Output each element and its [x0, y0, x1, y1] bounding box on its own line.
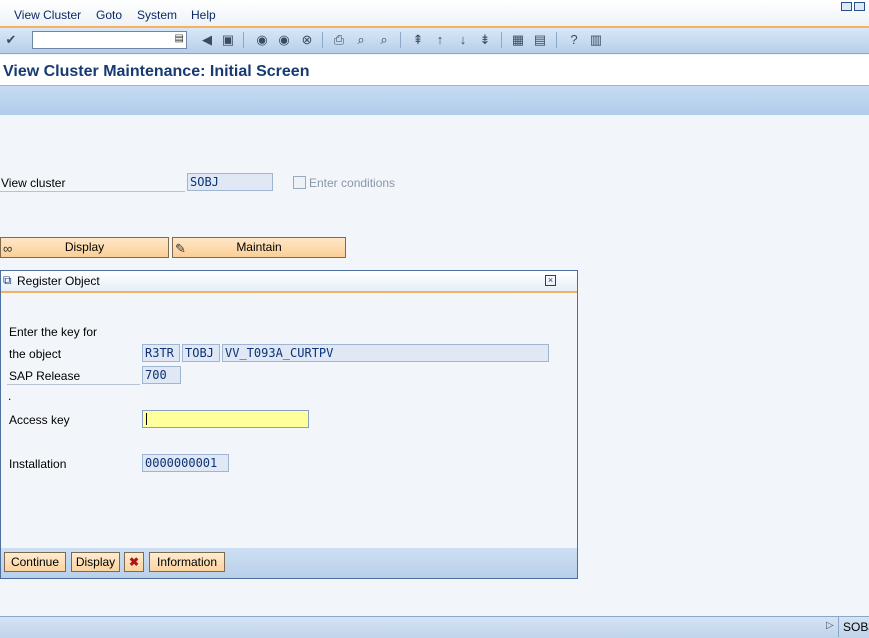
menu-goto[interactable]: Goto [96, 8, 122, 22]
view-cluster-field[interactable]: SOBJ [187, 173, 273, 191]
status-system-id: SOBJ [838, 617, 869, 637]
label-underline [0, 191, 185, 192]
close-window-icon[interactable] [854, 2, 865, 11]
enter-conditions-checkbox[interactable] [293, 176, 306, 189]
print-icon[interactable]: ⎙ [331, 32, 347, 48]
menu-bar: View Cluster Goto System Help [0, 0, 869, 28]
menu-system[interactable]: System [137, 8, 177, 22]
dialog-button-bar: Continue Display ✖ Information [1, 548, 577, 578]
key-object-type-field: TOBJ [182, 344, 220, 362]
exit-icon[interactable]: ◉ [276, 32, 292, 48]
installation-field: 0000000001 [142, 454, 229, 472]
back-nav-icon[interactable]: ◉ [254, 32, 270, 48]
continue-button[interactable]: Continue [4, 552, 66, 572]
label-underline [7, 384, 140, 385]
window-controls [839, 0, 865, 14]
cancel-icon-button[interactable]: ✖ [124, 552, 144, 572]
shortcut-icon[interactable]: ▤ [532, 32, 548, 48]
menu-view-cluster[interactable]: View Cluster [14, 8, 81, 22]
dialog-title: Register Object [17, 274, 100, 288]
page-title: View Cluster Maintenance: Initial Screen [3, 63, 310, 80]
view-cluster-label: View cluster [1, 176, 66, 190]
maintain-button[interactable]: ✎ Maintain [172, 237, 346, 258]
application-toolbar [0, 86, 869, 115]
find-icon[interactable]: ⌕ [353, 32, 369, 48]
command-history-icon[interactable]: ▤ [175, 33, 184, 44]
help-icon[interactable]: ? [566, 32, 582, 48]
key-prompt-line1: Enter the key for [9, 325, 98, 339]
maintain-button-label: Maintain [236, 240, 282, 254]
previous-page-icon[interactable]: ↑ [432, 32, 448, 48]
title-bar: View Cluster Maintenance: Initial Screen [0, 55, 869, 86]
information-button[interactable]: Information [149, 552, 225, 572]
layout-icon[interactable]: ▥ [588, 32, 604, 48]
last-page-icon[interactable]: ⇟ [477, 32, 493, 48]
key-object-name-field: VV_T093A_CURTPV [222, 344, 549, 362]
text-caret [146, 413, 147, 425]
dialog-close-icon[interactable]: × [545, 275, 556, 286]
create-session-icon[interactable]: ▦ [510, 32, 526, 48]
dot-text: . [8, 389, 12, 403]
glasses-icon: ∞ [3, 241, 13, 256]
key-program-id-field: R3TR [142, 344, 180, 362]
command-field[interactable]: ▤ [32, 31, 187, 49]
dialog-display-button[interactable]: Display [71, 552, 120, 572]
pencil-icon: ✎ [175, 241, 186, 256]
installation-label: Installation [9, 457, 67, 471]
access-key-label: Access key [9, 413, 70, 427]
back-icon[interactable]: ◀ [199, 32, 215, 48]
cancel-icon[interactable]: ⊗ [299, 32, 315, 48]
find-next-icon[interactable]: ⌕ [376, 32, 392, 48]
status-expand-icon[interactable]: ▷ [826, 620, 834, 631]
status-bar: ▷ SOBJ [0, 616, 869, 638]
display-button[interactable]: ∞ Display [0, 237, 169, 258]
dialog-title-bar[interactable]: ⧉ Register Object × [1, 271, 577, 293]
register-object-dialog: ⧉ Register Object × Enter the key for th… [0, 270, 578, 579]
first-page-icon[interactable]: ⇞ [410, 32, 426, 48]
key-prompt-line2: the object [9, 347, 62, 361]
dialog-window-icon: ⧉ [3, 273, 12, 287]
next-page-icon[interactable]: ↓ [455, 32, 471, 48]
display-button-label: Display [64, 240, 105, 254]
restore-icon[interactable] [841, 2, 852, 11]
access-key-input[interactable] [142, 410, 309, 428]
menu-help[interactable]: Help [191, 8, 216, 22]
sap-release-label: SAP Release [9, 369, 81, 383]
enter-conditions-label: Enter conditions [309, 176, 396, 190]
save-icon[interactable]: ▣ [220, 32, 236, 48]
enter-icon[interactable]: ✔ [3, 32, 19, 48]
sap-release-field: 700 [142, 366, 181, 384]
